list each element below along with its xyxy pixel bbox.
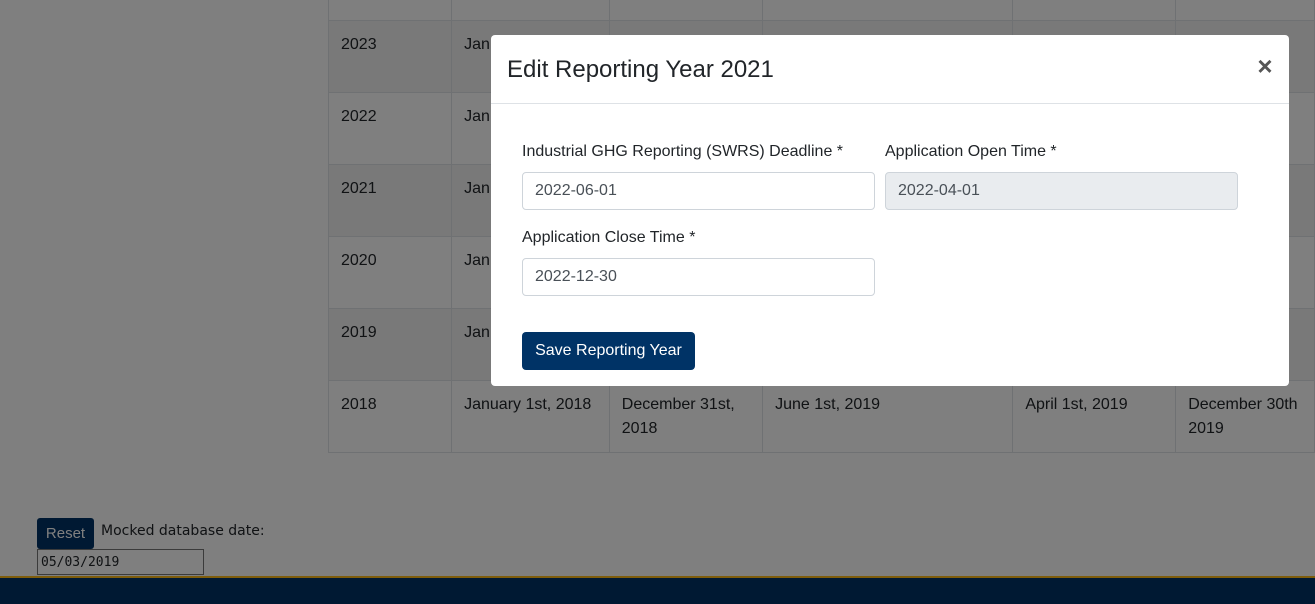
edit-reporting-year-modal: Edit Reporting Year 2021 × Industrial GH…: [491, 35, 1289, 386]
open-time-input[interactable]: [885, 172, 1238, 210]
close-icon[interactable]: ×: [1253, 51, 1277, 81]
save-reporting-year-button[interactable]: Save Reporting Year: [522, 332, 695, 370]
open-time-label: Application Open Time *: [885, 143, 1057, 160]
close-time-input[interactable]: [522, 258, 875, 296]
swrs-deadline-label: Industrial GHG Reporting (SWRS) Deadline…: [522, 143, 844, 160]
modal-title: Edit Reporting Year 2021: [507, 56, 774, 83]
swrs-deadline-input[interactable]: [522, 172, 875, 210]
close-time-label: Application Close Time *: [522, 229, 696, 246]
modal-header: Edit Reporting Year 2021 ×: [491, 35, 1289, 104]
